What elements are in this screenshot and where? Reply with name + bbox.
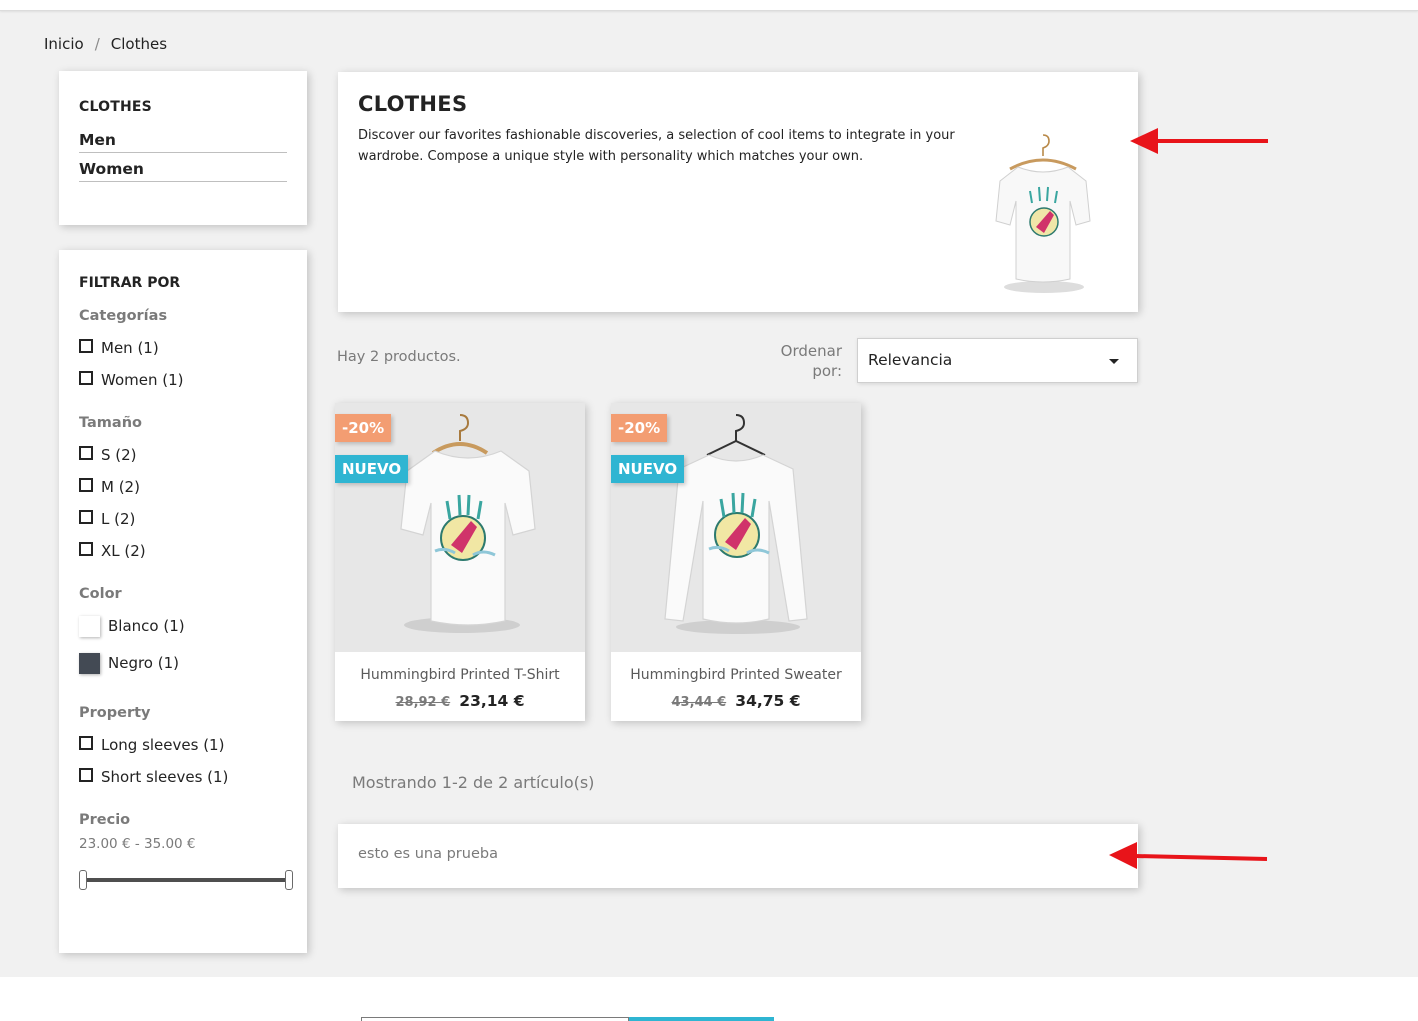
- checkbox[interactable]: [79, 371, 93, 385]
- arrow-annotation-icon: [1130, 128, 1268, 154]
- price-slider-track: [82, 878, 286, 882]
- category-description: Discover our favorites fashionable disco…: [358, 128, 955, 164]
- checkbox[interactable]: [79, 339, 93, 353]
- filter-option-label: XL (2): [101, 542, 146, 560]
- price-slider-max-handle[interactable]: [285, 870, 293, 890]
- category-footer-description: esto es una prueba: [338, 824, 1138, 888]
- filter-option-label: Men (1): [101, 339, 159, 357]
- filter-option-label: Negro (1): [108, 654, 180, 672]
- filter-option-xl[interactable]: XL (2): [79, 541, 287, 561]
- filter-option-label: Long sleeves (1): [101, 736, 225, 754]
- checkbox[interactable]: [79, 736, 93, 750]
- newsletter-email-input[interactable]: [361, 1017, 629, 1021]
- filter-option-blanco[interactable]: Blanco (1): [79, 615, 287, 637]
- filter-option-s[interactable]: S (2): [79, 445, 287, 465]
- facet-categories: Categorías Men (1) Women (1): [79, 308, 287, 390]
- breadcrumb-home[interactable]: Inicio: [44, 35, 84, 53]
- caret-down-icon: [1109, 359, 1119, 364]
- new-badge: NUEVO: [335, 455, 409, 483]
- category-tree-title[interactable]: CLOTHES: [79, 99, 287, 115]
- product-prices: 43,44 € 34,75 €: [611, 691, 861, 710]
- product-price: 34,75 €: [735, 692, 801, 710]
- price-range-text: 23.00 € - 35.00 €: [79, 836, 196, 852]
- product-price: 23,14 €: [459, 692, 525, 710]
- checkbox[interactable]: [79, 478, 93, 492]
- filter-option-m[interactable]: M (2): [79, 477, 287, 497]
- product-prices: 28,92 € 23,14 €: [335, 691, 585, 710]
- sort-selected-value: Relevancia: [868, 351, 953, 369]
- filters-panel: FILTRAR POR Categorías Men (1) Women (1)…: [59, 250, 307, 953]
- filter-option-label: M (2): [101, 478, 140, 496]
- product-image[interactable]: -20% NUEVO: [611, 403, 861, 652]
- filter-option-label: L (2): [101, 510, 136, 528]
- filter-option-short-sleeves[interactable]: Short sleeves (1): [79, 767, 287, 787]
- color-swatch-black[interactable]: [79, 652, 100, 674]
- facet-title: Property: [79, 705, 151, 721]
- breadcrumb-separator: /: [94, 35, 100, 53]
- product-name[interactable]: Hummingbird Printed T-Shirt: [335, 667, 585, 683]
- price-slider[interactable]: [79, 868, 293, 892]
- filter-option-label: Women (1): [101, 371, 184, 389]
- footer-description-text: esto es una prueba: [358, 846, 498, 862]
- category-image: [995, 134, 1091, 293]
- newsletter-subscribe-button[interactable]: [629, 1017, 774, 1021]
- color-swatch-white[interactable]: [79, 615, 100, 637]
- sort-dropdown[interactable]: Relevancia: [857, 338, 1138, 383]
- product-card[interactable]: -20% NUEVO Hummingbird Printed Sweater 4…: [611, 403, 861, 721]
- arrow-annotation-icon: [1109, 842, 1268, 869]
- category-tree-block: CLOTHES Men Women: [59, 71, 307, 225]
- price-slider-min-handle[interactable]: [79, 870, 87, 890]
- filters-title: FILTRAR POR: [79, 275, 181, 291]
- filter-option-long-sleeves[interactable]: Long sleeves (1): [79, 735, 287, 755]
- facet-title: Tamaño: [79, 415, 142, 431]
- checkbox[interactable]: [79, 768, 93, 782]
- top-header-strip: [0, 0, 1418, 11]
- filter-option-l[interactable]: L (2): [79, 509, 287, 529]
- filter-option-label: Short sleeves (1): [101, 768, 229, 786]
- page-title: CLOTHES: [358, 92, 468, 116]
- discount-badge: -20%: [335, 414, 392, 442]
- facet-title: Color: [79, 586, 122, 602]
- new-badge: NUEVO: [611, 455, 685, 483]
- facet-title: Precio: [79, 812, 131, 828]
- filter-option-label: Blanco (1): [108, 617, 185, 635]
- facet-property: Property Long sleeves (1) Short sleeves …: [79, 705, 287, 787]
- category-header: CLOTHES Discover our favorites fashionab…: [338, 72, 1138, 312]
- discount-badge: -20%: [611, 414, 668, 442]
- filter-option-women[interactable]: Women (1): [79, 370, 287, 390]
- product-image[interactable]: -20% NUEVO: [335, 403, 585, 652]
- checkbox[interactable]: [79, 510, 93, 524]
- filter-option-label: S (2): [101, 446, 137, 464]
- pagination-summary: Mostrando 1-2 de 2 artículo(s): [352, 773, 595, 792]
- product-name[interactable]: Hummingbird Printed Sweater: [611, 667, 861, 683]
- regular-price: 28,92 €: [395, 695, 451, 710]
- category-link-men[interactable]: Men: [79, 124, 287, 153]
- breadcrumb: Inicio / Clothes: [44, 35, 167, 53]
- facet-title: Categorías: [79, 308, 168, 324]
- footer-area: [0, 977, 1418, 1021]
- facet-color: Color Blanco (1) Negro (1): [79, 586, 287, 674]
- filter-option-men[interactable]: Men (1): [79, 338, 287, 358]
- breadcrumb-current[interactable]: Clothes: [111, 35, 167, 53]
- product-count: Hay 2 productos.: [337, 349, 461, 365]
- checkbox[interactable]: [79, 542, 93, 556]
- facet-size: Tamaño S (2) M (2) L (2) XL (2): [79, 415, 287, 561]
- sort-label: Ordenar por:: [780, 342, 842, 380]
- checkbox[interactable]: [79, 446, 93, 460]
- product-card[interactable]: -20% NUEVO Hummingbird Printed T-Shirt 2…: [335, 403, 585, 721]
- regular-price: 43,44 €: [671, 695, 727, 710]
- category-link-women[interactable]: Women: [79, 153, 287, 182]
- facet-price: Precio 23.00 € - 35.00 €: [79, 812, 293, 892]
- filter-option-negro[interactable]: Negro (1): [79, 652, 287, 674]
